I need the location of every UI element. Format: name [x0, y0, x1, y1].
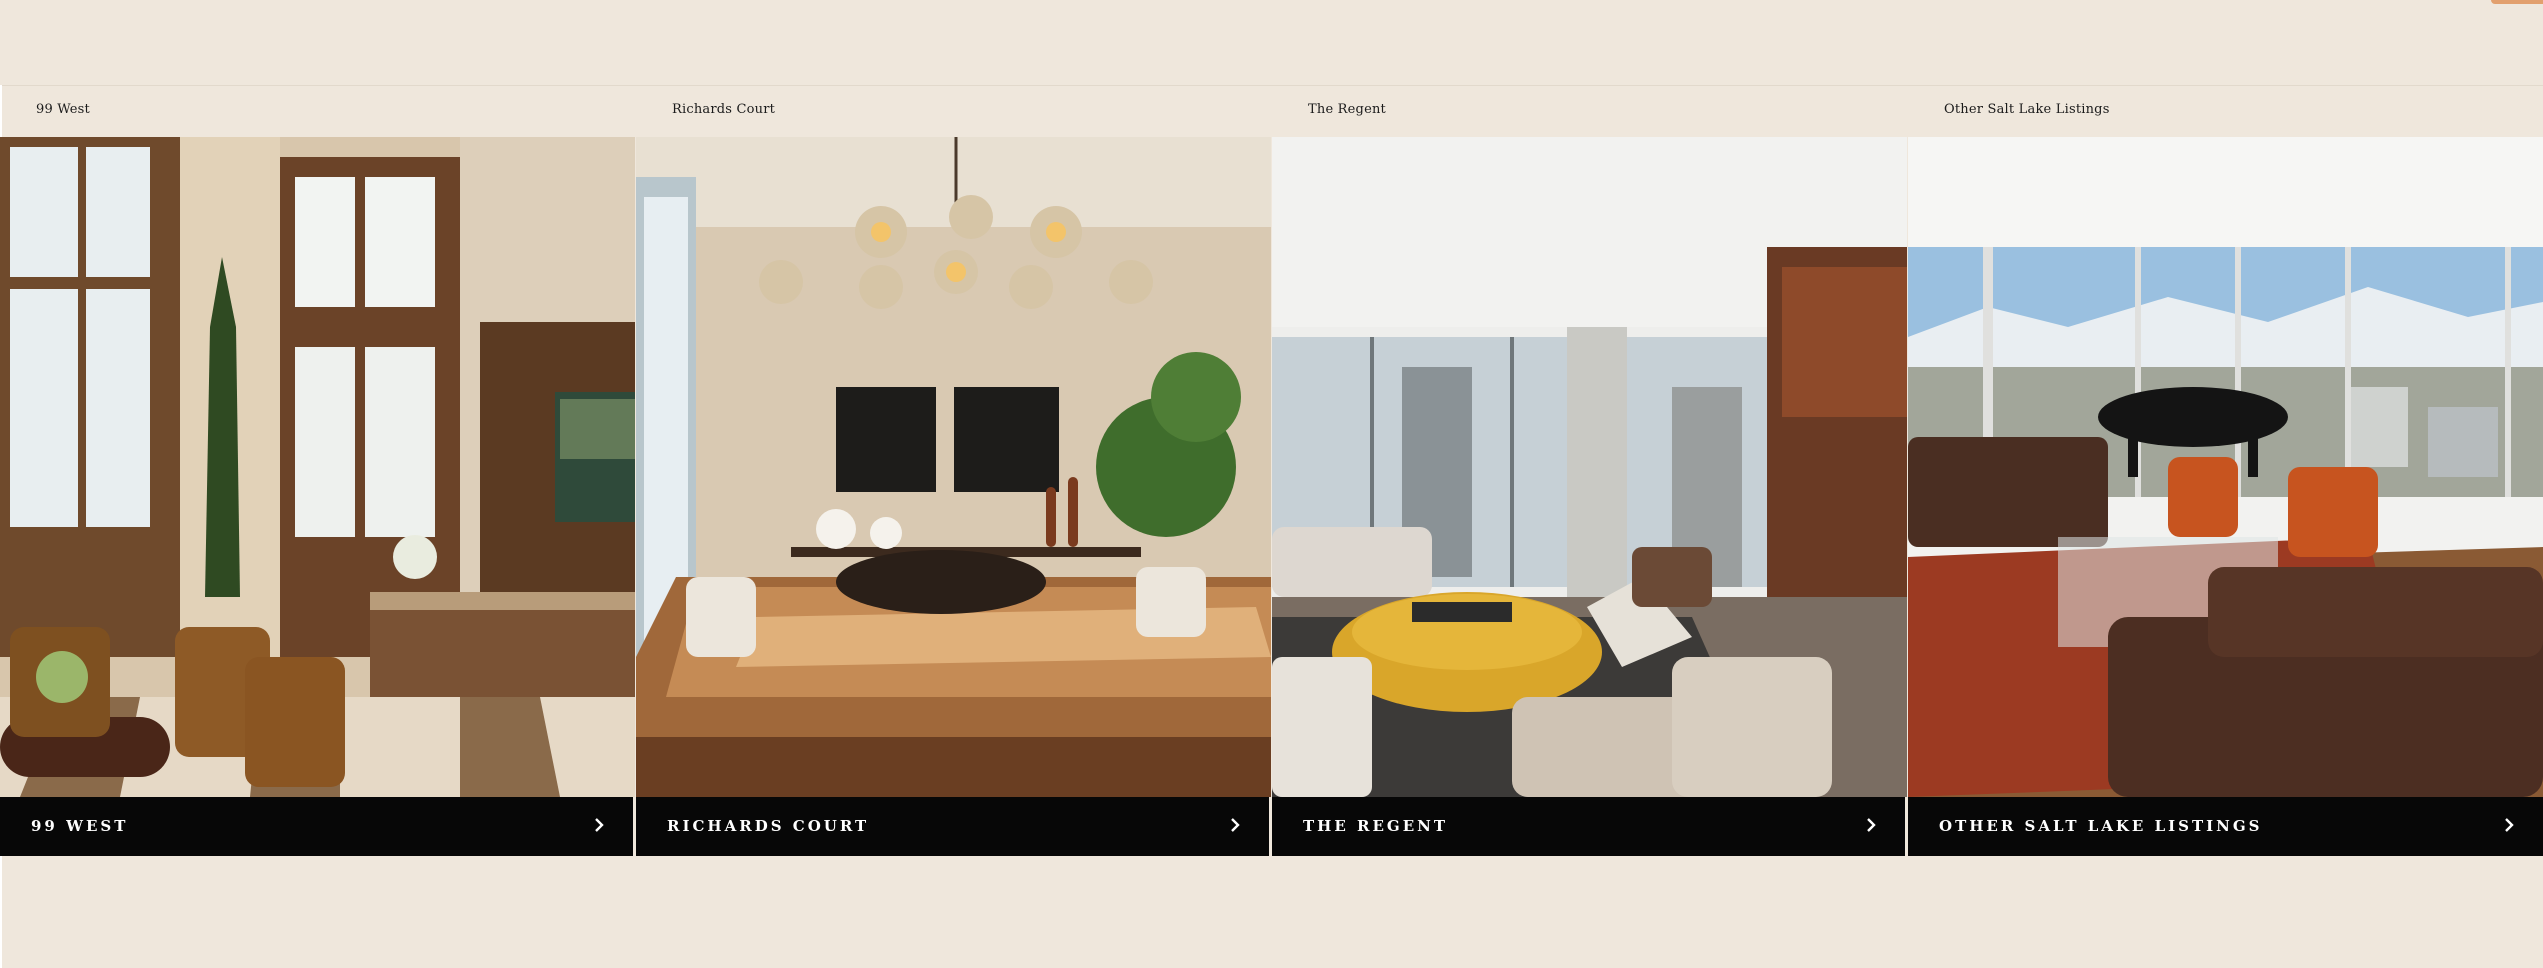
listing-tile-richards-court[interactable]: Richards Court RICHARDS COURT — [636, 86, 1271, 856]
corner-tab[interactable] — [2491, 0, 2543, 4]
listing-tile-99-west[interactable]: 99 West 99 WEST — [0, 86, 635, 856]
listing-button-99-west[interactable]: 99 WEST — [0, 797, 635, 856]
listing-title[interactable]: 99 West — [36, 102, 90, 117]
listing-button-label: RICHARDS COURT — [667, 817, 870, 835]
listing-grid: 99 West 99 WEST Richards Court RICHARDS … — [0, 86, 2543, 856]
listing-button-the-regent[interactable]: THE REGENT — [1272, 797, 1907, 856]
chevron-right-icon — [2505, 818, 2514, 832]
listing-tile-the-regent[interactable]: The Regent THE REGENT — [1272, 86, 1907, 856]
listing-photo-richards-court[interactable] — [636, 137, 1271, 797]
listing-title[interactable]: Richards Court — [672, 102, 775, 117]
listing-title[interactable]: Other Salt Lake Listings — [1944, 102, 2110, 117]
listing-photo-the-regent[interactable] — [1272, 137, 1907, 797]
listing-photo-other-salt-lake[interactable] — [1908, 137, 2543, 797]
chevron-right-icon — [1867, 818, 1876, 832]
listing-button-label: THE REGENT — [1303, 817, 1449, 835]
listing-button-richards-court[interactable]: RICHARDS COURT — [636, 797, 1271, 856]
listing-tile-other-salt-lake[interactable]: Other Salt Lake Listings OTHER SALT LAKE… — [1908, 86, 2543, 856]
listing-button-label: OTHER SALT LAKE LISTINGS — [1939, 817, 2263, 835]
listing-button-other-salt-lake[interactable]: OTHER SALT LAKE LISTINGS — [1908, 797, 2543, 856]
listing-photo-99-west[interactable] — [0, 137, 635, 797]
listing-title[interactable]: The Regent — [1308, 102, 1386, 117]
chevron-right-icon — [595, 818, 604, 832]
chevron-right-icon — [1231, 818, 1240, 832]
listing-button-label: 99 WEST — [31, 817, 129, 835]
